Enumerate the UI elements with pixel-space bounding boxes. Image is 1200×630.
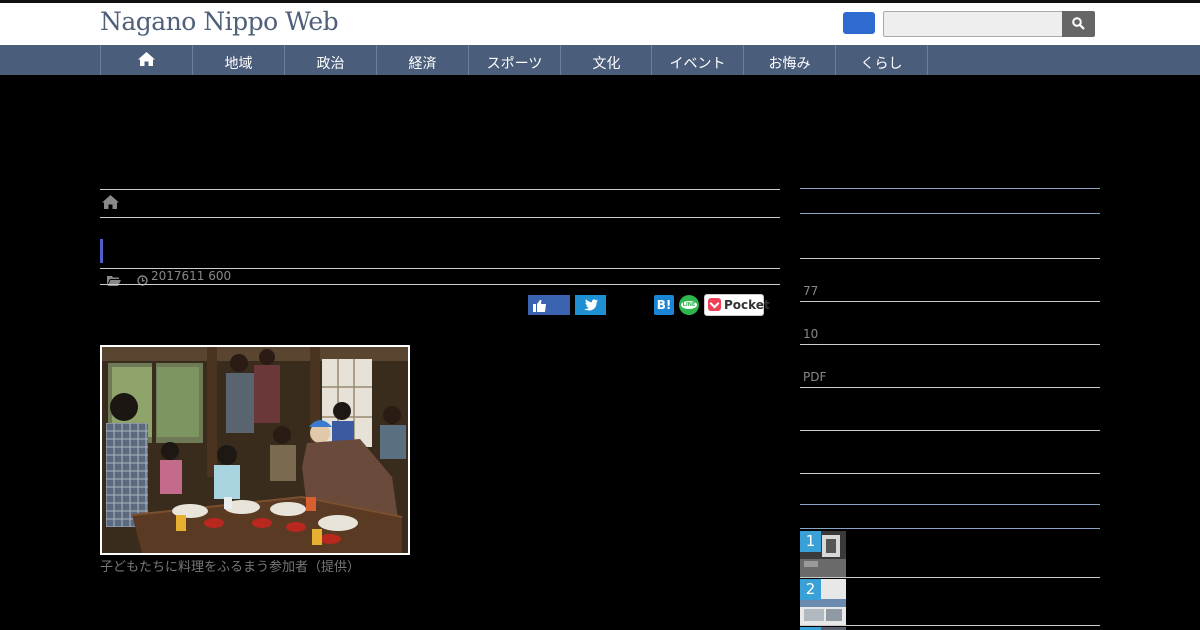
search-icon (1072, 17, 1085, 30)
nav-item-culture[interactable]: 文化 (560, 45, 652, 75)
sidebar-divider (800, 258, 1100, 259)
folder-icon (107, 271, 121, 290)
breadcrumb[interactable] (101, 194, 120, 214)
top-header: Nagano Nippo Web (0, 0, 1200, 45)
home-icon (138, 52, 155, 66)
nav-item-lifestyle[interactable]: くらし (835, 45, 928, 75)
pocket-save-button[interactable]: Pocket (704, 294, 770, 316)
line-label: LINE (681, 301, 697, 309)
nav-item-home[interactable] (100, 45, 192, 75)
site-title[interactable]: Nagano Nippo Web (100, 7, 339, 36)
article-title-accent (100, 239, 103, 263)
facebook-like-button[interactable] (528, 295, 570, 315)
nav-item-economy[interactable]: 経済 (376, 45, 468, 75)
search-button[interactable] (1062, 11, 1095, 37)
nav-item-obituaries[interactable]: お悔み (743, 45, 835, 75)
rank-badge: 1 (800, 531, 821, 552)
nav-item-region[interactable]: 地域 (192, 45, 284, 75)
ranking-item[interactable]: 2 (800, 579, 846, 625)
main-nav: 地域 政治 経済 スポーツ 文化 イベント お悔み くらし (0, 45, 1200, 75)
sidebar-divider (800, 625, 1100, 626)
clock-icon (137, 271, 148, 290)
nav-item-events[interactable]: イベント (651, 45, 743, 75)
sidebar-divider (800, 344, 1100, 345)
line-share-button[interactable]: LINE (679, 295, 699, 315)
header-blue-button[interactable] (843, 12, 875, 34)
sidebar-divider (800, 301, 1100, 302)
nav-item-sports[interactable]: スポーツ (468, 45, 560, 75)
article-photo (100, 345, 410, 555)
pocket-icon (708, 298, 721, 311)
rank-badge: 2 (800, 579, 821, 600)
home-icon (102, 195, 119, 209)
twitter-share-button[interactable] (575, 295, 606, 315)
sidebar-link[interactable]: 10 (803, 327, 818, 341)
photo-caption: 子どもたちに料理をふるまう参加者（提供） (100, 560, 361, 575)
divider (100, 217, 780, 218)
sidebar-divider (800, 504, 1100, 505)
thumbs-up-icon (533, 300, 546, 312)
sidebar-link[interactable]: 77 (803, 284, 818, 298)
sidebar-divider (800, 577, 1100, 578)
search-input[interactable] (883, 11, 1062, 37)
twitter-bird-icon (584, 299, 598, 311)
sidebar-link[interactable]: PDF (803, 370, 826, 384)
sidebar-divider (800, 473, 1100, 474)
nav-item-politics[interactable]: 政治 (284, 45, 376, 75)
divider (100, 284, 780, 285)
sidebar-divider (800, 387, 1100, 388)
ranking-item[interactable]: 1 (800, 531, 846, 577)
article-date: 2017611 600 (151, 269, 232, 283)
hatena-bookmark-button[interactable]: B! (654, 295, 674, 315)
sidebar-divider (800, 430, 1100, 431)
pocket-label: Pocket (724, 298, 770, 312)
sidebar-divider (800, 528, 1100, 529)
sidebar-divider (800, 188, 1100, 189)
divider (100, 189, 780, 190)
sidebar-divider (800, 213, 1100, 214)
